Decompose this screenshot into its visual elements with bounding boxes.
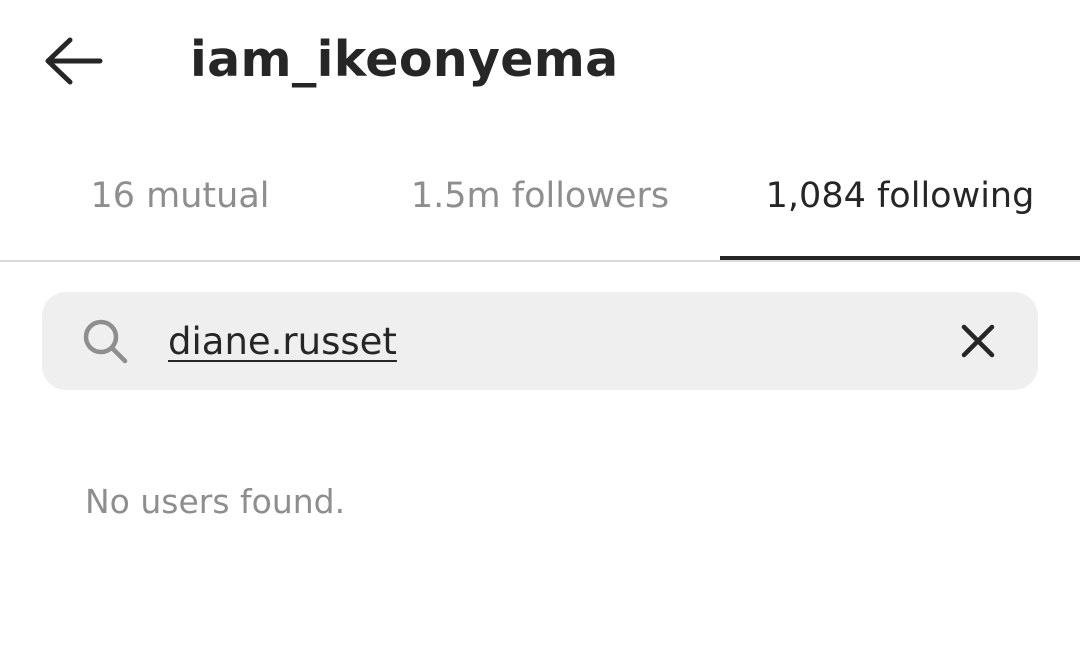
active-tab-indicator bbox=[720, 256, 1080, 260]
profile-username: iam_ikeonyema bbox=[190, 31, 619, 88]
clear-search-button[interactable] bbox=[948, 316, 1008, 366]
back-button[interactable] bbox=[30, 22, 116, 100]
search-input[interactable] bbox=[168, 314, 928, 368]
top-bar: iam_ikeonyema bbox=[0, 0, 1080, 120]
tab-followers[interactable]: 1.5m followers bbox=[360, 150, 720, 260]
no-results-message: No users found. bbox=[85, 482, 346, 521]
close-icon bbox=[961, 324, 995, 358]
search-bar[interactable] bbox=[42, 292, 1038, 390]
arrow-left-icon bbox=[45, 37, 103, 85]
follow-tabs: 16 mutual 1.5m followers 1,084 following bbox=[0, 150, 1080, 262]
following-list-screen: iam_ikeonyema 16 mutual 1.5m followers 1… bbox=[0, 0, 1080, 658]
tab-following[interactable]: 1,084 following bbox=[720, 150, 1080, 260]
tab-mutual[interactable]: 16 mutual bbox=[0, 150, 360, 260]
tabs-divider bbox=[0, 260, 1080, 262]
search-icon bbox=[83, 319, 128, 364]
